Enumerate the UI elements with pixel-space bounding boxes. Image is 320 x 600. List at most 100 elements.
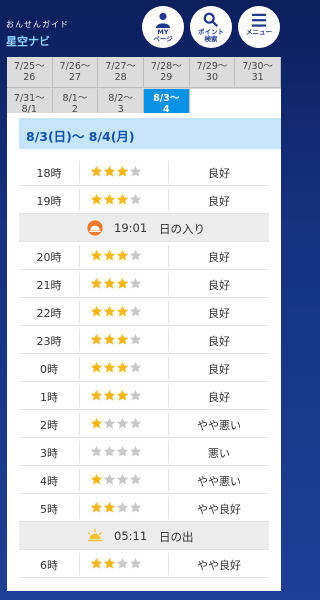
condition-label: やや良好 [197,503,241,516]
date-tab[interactable]: 7/26〜 27 [52,57,99,88]
condition-label: 良好 [208,363,230,376]
hour-label: 21時 [36,279,62,292]
condition-label: 良好 [208,167,230,180]
condition-label: 良好 [208,279,230,292]
star-filled-icon [116,361,129,373]
forecast-row: 23時 良好 [19,326,269,354]
forecast-row: 3時 悪い [19,438,269,466]
menu-label: メニュー [246,28,272,36]
hour-label: 19時 [36,195,62,208]
date-tab[interactable]: 7/27〜 28 [98,57,144,88]
star-rating [79,301,169,323]
hour-label: 2時 [40,419,58,432]
star-filled-icon [116,277,129,289]
forecast-panel: 8/3(日)〜 8/4(月) 18時 良好 19時 良好 19:01 日の入り 20時 良好 2… [7,113,281,591]
star-empty-icon [103,473,116,485]
forecast-row: 0時 良好 [19,354,269,382]
logo-sub-text: おんせんガイド [6,20,69,29]
forecast-row: 18時 良好 [19,158,269,186]
star-filled-icon [103,389,116,401]
star-empty-icon [129,445,142,457]
star-rating [79,441,169,463]
star-filled-icon [116,389,129,401]
star-empty-icon [129,165,142,177]
star-empty-icon [129,249,142,261]
star-filled-icon [103,193,116,205]
event-time: 19:01 [114,221,148,235]
star-filled-icon [116,193,129,205]
search-icon [203,12,219,28]
star-filled-icon [90,557,103,569]
forecast-row: 1時 良好 [19,382,269,410]
forecast-row: 5時 やや良好 [19,494,269,522]
star-empty-icon [116,501,129,513]
menu-button[interactable]: メニュー [238,6,280,48]
hour-label: 5時 [40,503,58,516]
forecast-row: 21時 良好 [19,270,269,298]
star-empty-icon [90,445,103,457]
star-filled-icon [90,249,103,261]
date-tab[interactable]: 7/28〜 29 [144,57,190,88]
star-rating [79,357,169,379]
star-rating [79,189,169,211]
star-rating [79,497,169,519]
condition-label: 良好 [208,391,230,404]
star-rating [79,385,169,407]
star-filled-icon [90,473,103,485]
star-filled-icon [116,249,129,261]
star-empty-icon [116,417,129,429]
date-range-heading: 8/3(日)〜 8/4(月) [19,118,281,149]
sunrise-row: 05:11 日の出 [19,522,269,550]
star-filled-icon [90,389,103,401]
event-time: 05:11 [114,529,148,543]
condition-label: やや悪い [197,419,241,432]
star-rating [79,245,169,267]
star-filled-icon [90,417,103,429]
star-filled-icon [103,277,116,289]
sunset-row: 19:01 日の入り [19,214,269,242]
star-empty-icon [129,389,142,401]
hour-label: 23時 [36,335,62,348]
forecast-row: 20時 良好 [19,242,269,270]
hour-label: 3時 [40,447,58,460]
hour-label: 0時 [40,363,58,376]
star-filled-icon [103,361,116,373]
star-filled-icon [103,501,116,513]
star-rating [79,553,169,575]
logo-main-text: 星空ナビ [6,35,50,48]
sunset-icon [87,220,103,236]
forecast-row: 2時 やや悪い [19,410,269,438]
star-empty-icon [129,557,142,569]
date-tab[interactable]: 7/30〜 31 [235,57,281,88]
star-empty-icon [116,445,129,457]
hamburger-icon [251,13,267,27]
my-page-button[interactable]: MY ページ [142,6,184,48]
condition-label: やや良好 [197,559,241,572]
user-icon [155,12,171,28]
forecast-row: 19時 良好 [19,186,269,214]
star-filled-icon [116,333,129,345]
hour-label: 20時 [36,251,62,264]
date-tab[interactable]: 7/29〜 30 [189,57,236,88]
star-empty-icon [129,417,142,429]
sunrise-icon [87,528,103,542]
star-empty-icon [129,277,142,289]
forecast-row: 6時 やや良好 [19,550,269,578]
star-filled-icon [103,305,116,317]
star-filled-icon [90,193,103,205]
star-empty-icon [129,193,142,205]
star-empty-icon [116,473,129,485]
star-filled-icon [103,333,116,345]
site-logo[interactable]: おんせんガイド 星空ナビ [6,12,69,49]
date-tab[interactable]: 7/25〜 26 [7,57,53,88]
my-page-label: MY ページ [153,28,173,43]
point-search-button[interactable]: ポイント 検索 [190,6,232,48]
star-filled-icon [103,557,116,569]
star-empty-icon [116,557,129,569]
star-filled-icon [90,305,103,317]
hour-label: 4時 [40,475,58,488]
condition-label: 良好 [208,251,230,264]
star-filled-icon [90,501,103,513]
star-filled-icon [90,165,103,177]
star-filled-icon [90,277,103,289]
